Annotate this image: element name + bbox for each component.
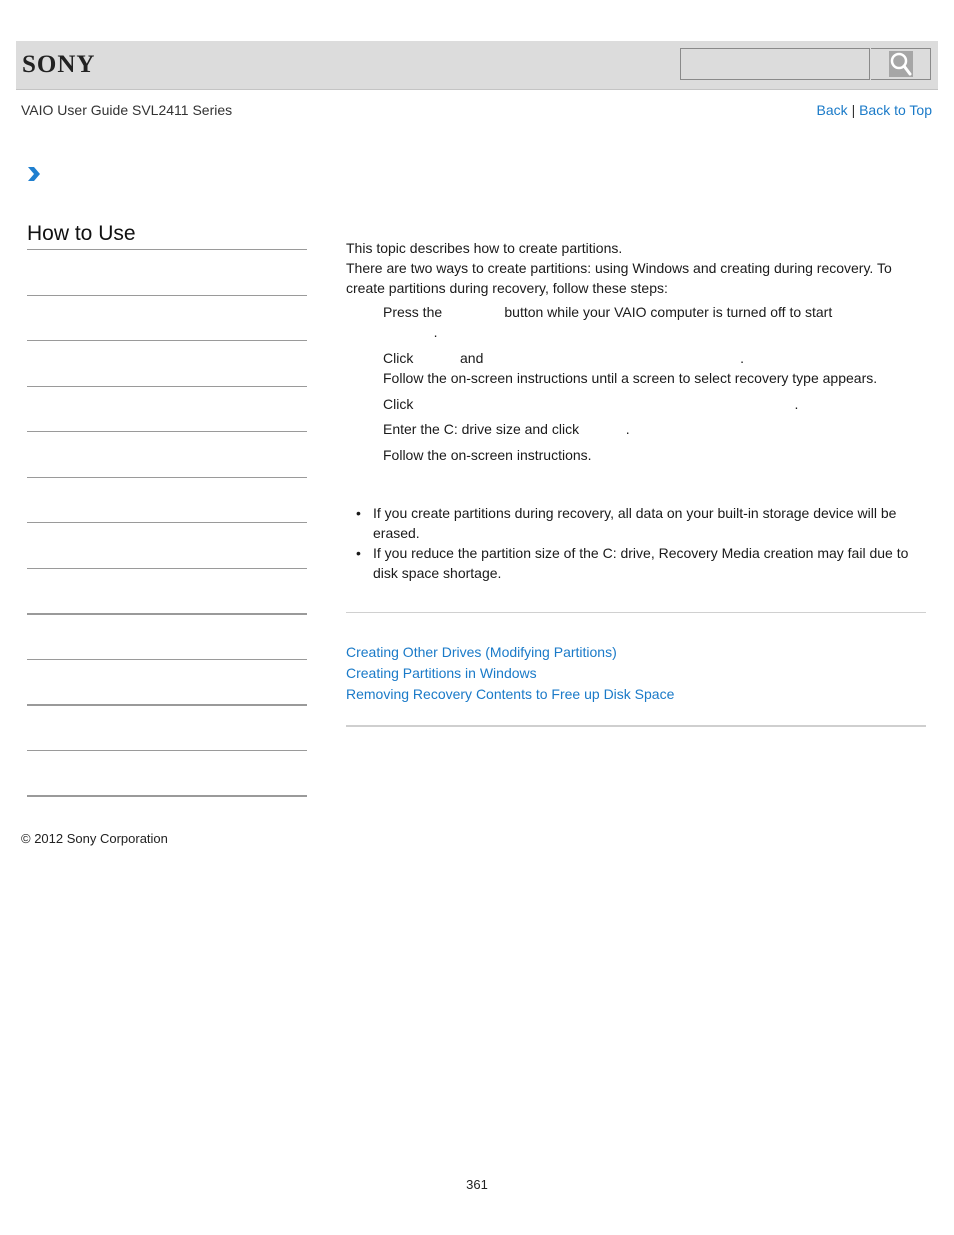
step-1: Press the button while your VAIO compute… (383, 304, 833, 320)
divider (346, 725, 926, 727)
related-link[interactable]: Creating Partitions in Windows (346, 663, 674, 684)
search-icon (888, 51, 913, 77)
search-button[interactable] (871, 48, 931, 80)
note-text: If you reduce the partition size of the … (373, 545, 909, 581)
sidebar-item[interactable] (27, 568, 307, 569)
step-2: Click and . (383, 350, 744, 366)
nav-separator: | (851, 102, 856, 118)
top-nav: Back | Back to Top (817, 102, 932, 118)
sidebar-item[interactable] (27, 522, 307, 523)
header-bar: SONY (16, 41, 938, 90)
copyright: © 2012 Sony Corporation (21, 831, 168, 846)
sidebar-item[interactable] (27, 704, 307, 706)
note-item: • If you create partitions during recove… (354, 503, 929, 543)
sidebar-item[interactable] (27, 340, 307, 341)
intro-text: This topic describes how to create parti… (346, 240, 623, 256)
step-2-detail: Follow the on-screen instructions until … (383, 370, 878, 386)
sidebar-title: How to Use (27, 222, 136, 245)
bullet-icon: • (356, 545, 361, 561)
step-3: Click . (383, 396, 799, 412)
note-item: • If you reduce the partition size of th… (354, 543, 929, 583)
main-content: This topic describes how to create parti… (346, 238, 926, 298)
sidebar-item[interactable] (27, 659, 307, 660)
step-5: Follow the on-screen instructions. (383, 447, 592, 463)
sidebar-item[interactable] (27, 750, 307, 751)
page-number: 361 (466, 1177, 488, 1192)
sidebar-item[interactable] (27, 477, 307, 478)
step-1-continuation: . (383, 324, 438, 340)
note-text: If you create partitions during recovery… (373, 505, 897, 541)
description-text: There are two ways to create partitions:… (346, 260, 892, 296)
sidebar-item[interactable] (27, 431, 307, 432)
sidebar-item[interactable] (27, 613, 307, 615)
sidebar-item[interactable] (27, 295, 307, 296)
related-links: Creating Other Drives (Modifying Partiti… (346, 642, 674, 705)
back-to-top-link[interactable]: Back to Top (859, 102, 932, 118)
chevron-right-icon[interactable] (26, 165, 42, 183)
back-link[interactable]: Back (817, 102, 848, 118)
sidebar-item[interactable] (27, 386, 307, 387)
bullet-icon: • (356, 505, 361, 521)
sidebar-item[interactable] (27, 795, 307, 797)
notes-list: • If you create partitions during recove… (354, 503, 929, 583)
step-4: Enter the C: drive size and click . (383, 421, 630, 437)
guide-title: VAIO User Guide SVL2411 Series (21, 102, 233, 118)
related-link[interactable]: Removing Recovery Contents to Free up Di… (346, 684, 674, 705)
sidebar-divider (27, 249, 307, 250)
sony-logo: SONY (22, 51, 96, 78)
divider (346, 612, 926, 613)
search-input[interactable] (680, 48, 870, 80)
related-link[interactable]: Creating Other Drives (Modifying Partiti… (346, 642, 674, 663)
